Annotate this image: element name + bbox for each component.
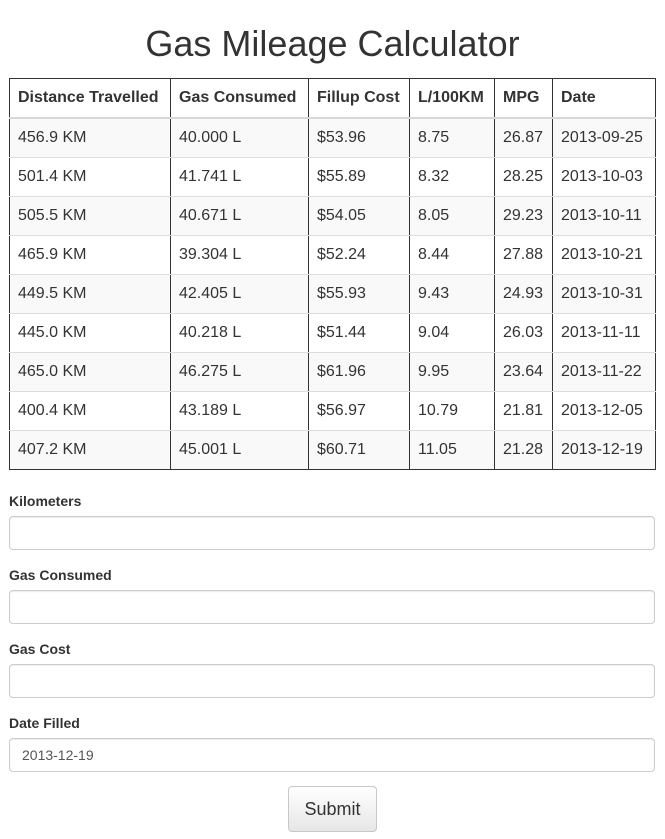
gas-consumed-group: Gas Consumed: [9, 566, 655, 624]
cell-gas-consumed: 42.405 L: [170, 274, 309, 314]
cell-gas-consumed: 41.741 L: [170, 157, 309, 197]
header-distance-travelled: Distance Travelled: [9, 78, 171, 119]
cell-mpg: 27.88: [494, 235, 553, 275]
table-row: 456.9 KM 40.000 L $53.96 8.75 26.87 2013…: [9, 117, 656, 158]
table-row: 465.0 KM 46.275 L $61.96 9.95 23.64 2013…: [9, 352, 656, 392]
cell-mpg: 26.03: [494, 313, 553, 353]
gas-cost-group: Gas Cost: [9, 640, 655, 698]
cell-distance: 505.5 KM: [9, 196, 171, 236]
cell-date: 2013-12-05: [552, 391, 656, 431]
cell-gas-consumed: 40.218 L: [170, 313, 309, 353]
cell-mpg: 21.28: [494, 430, 553, 470]
kilometers-input[interactable]: [9, 516, 655, 550]
date-filled-input[interactable]: [9, 738, 655, 772]
table-row: 449.5 KM 42.405 L $55.93 9.43 24.93 2013…: [9, 274, 656, 314]
cell-gas-consumed: 40.671 L: [170, 196, 309, 236]
cell-date: 2013-11-22: [552, 352, 656, 392]
cell-gas-consumed: 43.189 L: [170, 391, 309, 431]
cell-distance: 456.9 KM: [9, 117, 171, 158]
cell-l-per-100km: 8.32: [409, 157, 495, 197]
table-header-row: Distance Travelled Gas Consumed Fillup C…: [9, 78, 656, 119]
submit-button[interactable]: Submit: [288, 786, 377, 832]
kilometers-label: Kilometers: [9, 493, 82, 509]
table-row: 407.2 KM 45.001 L $60.71 11.05 21.28 201…: [9, 430, 656, 470]
cell-mpg: 29.23: [494, 196, 553, 236]
date-filled-group: Date Filled: [9, 714, 655, 772]
cell-date: 2013-10-11: [552, 196, 656, 236]
cell-l-per-100km: 9.43: [409, 274, 495, 314]
cell-fillup-cost: $51.44: [308, 313, 410, 353]
header-gas-consumed: Gas Consumed: [170, 78, 309, 119]
header-fillup-cost: Fillup Cost: [308, 78, 410, 119]
header-date: Date: [552, 78, 656, 119]
cell-l-per-100km: 8.44: [409, 235, 495, 275]
cell-fillup-cost: $55.89: [308, 157, 410, 197]
mileage-table: Distance Travelled Gas Consumed Fillup C…: [9, 78, 656, 470]
table-row: 400.4 KM 43.189 L $56.97 10.79 21.81 201…: [9, 391, 656, 431]
gas-consumed-label: Gas Consumed: [9, 567, 112, 583]
cell-fillup-cost: $53.96: [308, 117, 410, 158]
gas-cost-input[interactable]: [9, 664, 655, 698]
table-row: 501.4 KM 41.741 L $55.89 8.32 28.25 2013…: [9, 157, 656, 197]
cell-l-per-100km: 8.75: [409, 117, 495, 158]
cell-date: 2013-10-31: [552, 274, 656, 314]
header-l-per-100km: L/100KM: [409, 78, 495, 119]
cell-mpg: 23.64: [494, 352, 553, 392]
kilometers-group: Kilometers: [9, 492, 655, 550]
cell-l-per-100km: 9.95: [409, 352, 495, 392]
header-mpg: MPG: [494, 78, 553, 119]
cell-gas-consumed: 40.000 L: [170, 117, 309, 158]
cell-fillup-cost: $55.93: [308, 274, 410, 314]
cell-date: 2013-10-21: [552, 235, 656, 275]
cell-distance: 445.0 KM: [9, 313, 171, 353]
table-row: 465.9 KM 39.304 L $52.24 8.44 27.88 2013…: [9, 235, 656, 275]
cell-distance: 501.4 KM: [9, 157, 171, 197]
table-row: 505.5 KM 40.671 L $54.05 8.05 29.23 2013…: [9, 196, 656, 236]
cell-gas-consumed: 39.304 L: [170, 235, 309, 275]
cell-l-per-100km: 9.04: [409, 313, 495, 353]
cell-fillup-cost: $56.97: [308, 391, 410, 431]
cell-fillup-cost: $54.05: [308, 196, 410, 236]
cell-distance: 400.4 KM: [9, 391, 171, 431]
cell-distance: 465.0 KM: [9, 352, 171, 392]
cell-date: 2013-11-11: [552, 313, 656, 353]
cell-date: 2013-09-25: [552, 117, 656, 158]
cell-date: 2013-10-03: [552, 157, 656, 197]
cell-mpg: 28.25: [494, 157, 553, 197]
cell-gas-consumed: 45.001 L: [170, 430, 309, 470]
cell-fillup-cost: $60.71: [308, 430, 410, 470]
cell-l-per-100km: 8.05: [409, 196, 495, 236]
cell-distance: 465.9 KM: [9, 235, 171, 275]
cell-distance: 449.5 KM: [9, 274, 171, 314]
gas-consumed-input[interactable]: [9, 590, 655, 624]
table-row: 445.0 KM 40.218 L $51.44 9.04 26.03 2013…: [9, 313, 656, 353]
cell-l-per-100km: 11.05: [409, 430, 495, 470]
cell-fillup-cost: $52.24: [308, 235, 410, 275]
cell-date: 2013-12-19: [552, 430, 656, 470]
cell-mpg: 26.87: [494, 117, 553, 158]
gas-cost-label: Gas Cost: [9, 641, 71, 657]
cell-fillup-cost: $61.96: [308, 352, 410, 392]
cell-distance: 407.2 KM: [9, 430, 171, 470]
cell-gas-consumed: 46.275 L: [170, 352, 309, 392]
date-filled-label: Date Filled: [9, 715, 80, 731]
cell-l-per-100km: 10.79: [409, 391, 495, 431]
cell-mpg: 21.81: [494, 391, 553, 431]
cell-mpg: 24.93: [494, 274, 553, 314]
page-title: Gas Mileage Calculator: [145, 23, 520, 64]
